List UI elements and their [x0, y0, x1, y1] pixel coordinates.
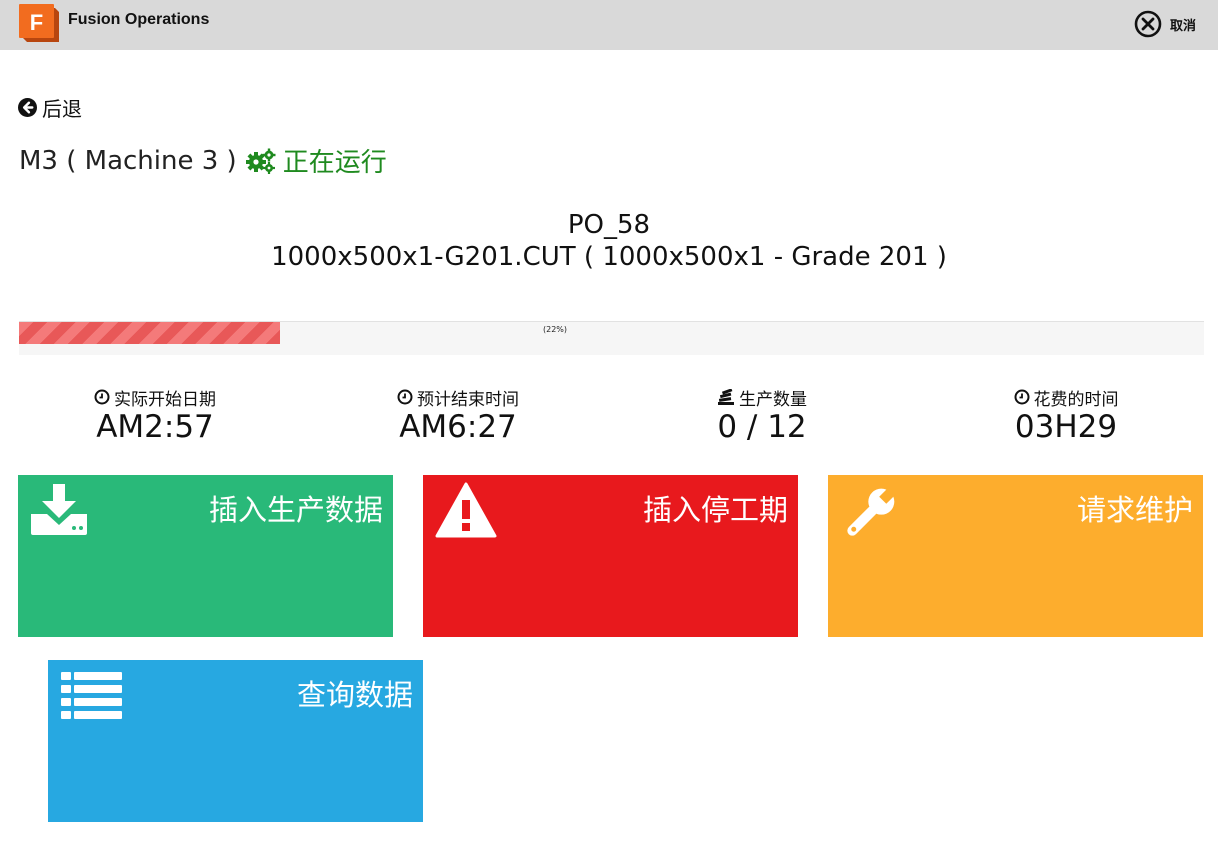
stat-time-spent: 花费的时间 03H29 [916, 386, 1216, 445]
logo-letter: F [30, 10, 43, 35]
warning-icon [435, 482, 497, 538]
page: F Fusion Operations 取消 后退 M3 ( Machine 3… [0, 0, 1218, 841]
tile-label: 请求维护 [1076, 493, 1193, 527]
back-link[interactable]: 后退 [18, 93, 82, 122]
stat-value: AM6:27 [399, 409, 517, 445]
stat-actual-start: 实际开始日期 AM2:57 [5, 386, 305, 445]
machine-header: M3 ( Machine 3 ) 正在运行 [19, 142, 387, 179]
stat-label: 花费的时间 [1033, 389, 1119, 410]
tile-label: 查询数据 [296, 678, 413, 712]
request-maintenance-tile[interactable]: 请求维护 [828, 475, 1203, 637]
arrow-circle-left-icon [18, 98, 37, 117]
stack-icon [718, 388, 734, 405]
cancel-label: 取消 [1169, 18, 1196, 34]
wrench-icon [847, 486, 897, 536]
tile-label: 插入生产数据 [208, 493, 383, 527]
stat-label: 实际开始日期 [114, 389, 216, 410]
insert-production-data-tile[interactable]: 插入生产数据 [18, 475, 393, 637]
fusion-logo-icon: F [19, 4, 59, 42]
query-data-tile[interactable]: 查询数据 [48, 660, 423, 822]
job-file: 1000x500x1-G201.CUT ( 1000x500x1 - Grade… [271, 242, 947, 272]
back-label: 后退 [42, 97, 82, 121]
clock-icon [397, 389, 413, 405]
clock-icon [1014, 389, 1029, 405]
tile-label: 插入停工期 [642, 493, 788, 527]
stat-estimated-end: 预计结束时间 AM6:27 [308, 386, 608, 445]
title-bar: F Fusion Operations 取消 [0, 0, 1218, 50]
clock-icon [94, 389, 110, 405]
app-title: Fusion Operations [68, 11, 210, 28]
list-icon [61, 672, 122, 719]
stat-value: 03H29 [1014, 409, 1118, 445]
stat-value: AM2:57 [96, 409, 214, 445]
download-icon [31, 484, 87, 535]
stat-label: 生产数量 [739, 389, 807, 410]
job-info: PO_58 1000x500x1-G201.CUT ( 1000x500x1 -… [0, 208, 1218, 272]
insert-downtime-tile[interactable]: 插入停工期 [423, 475, 798, 637]
gears-icon [245, 148, 276, 174]
machine-name: M3 ( Machine 3 ) [19, 145, 237, 176]
stat-production-qty: 生产数量 0 / 12 [612, 386, 912, 445]
machine-status-text: 正在运行 [282, 148, 387, 178]
stat-label: 预计结束时间 [417, 389, 519, 410]
close-circle-icon [1134, 10, 1162, 38]
stat-value: 0 / 12 [717, 409, 807, 445]
machine-status: 正在运行 [245, 142, 387, 179]
cancel-button[interactable]: 取消 [1134, 9, 1196, 39]
progress-bar: (22%) [19, 321, 1204, 355]
job-po: PO_58 [567, 210, 651, 240]
progress-text: (22%) [542, 325, 568, 334]
